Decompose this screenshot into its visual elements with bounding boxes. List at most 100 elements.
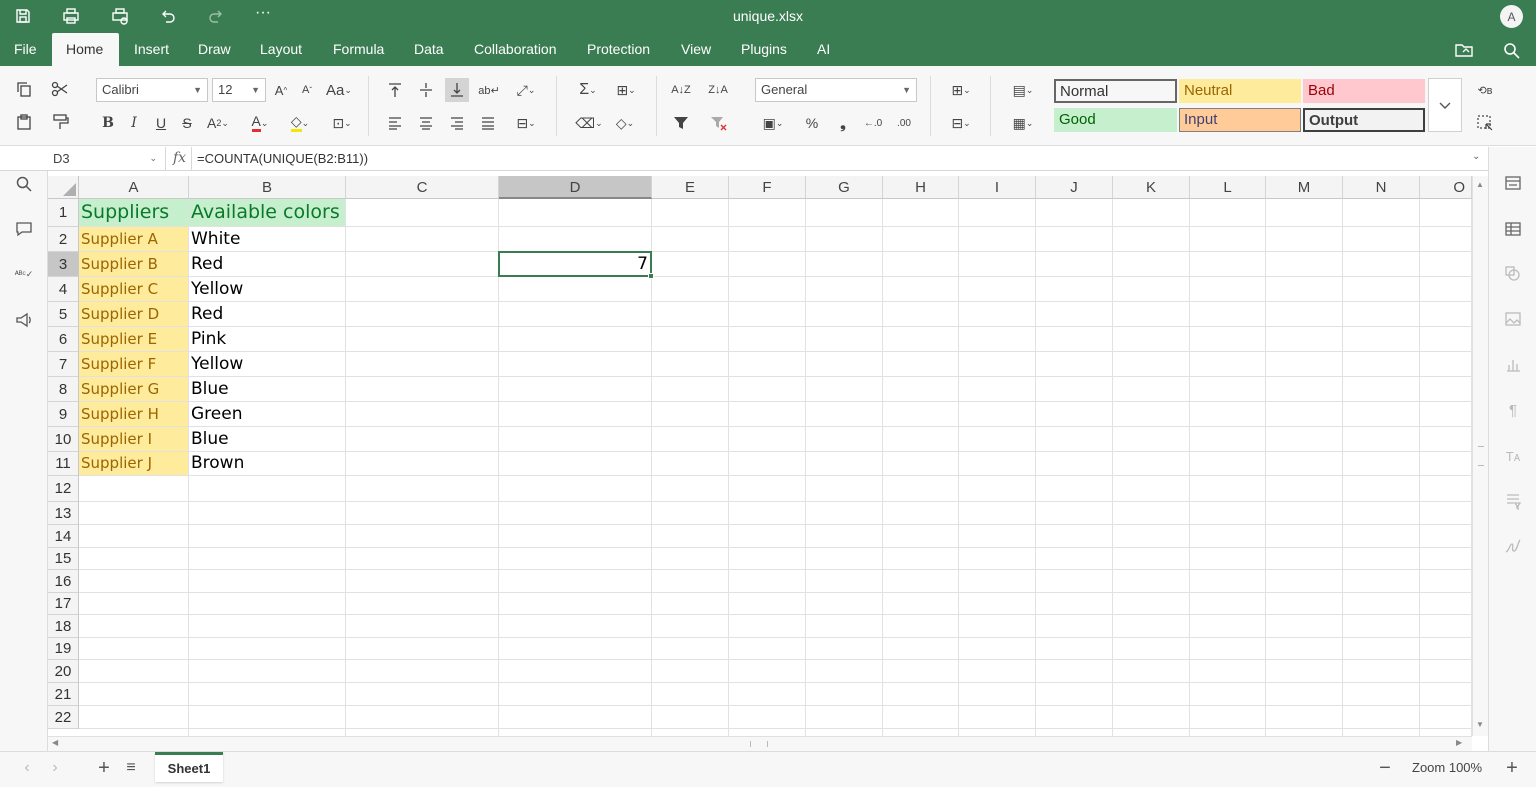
row-header-9[interactable]: 9 <box>48 402 79 427</box>
column-header-l[interactable]: L <box>1190 176 1266 199</box>
feedback-icon[interactable] <box>13 309 35 331</box>
cell-b6[interactable]: Pink <box>189 327 345 351</box>
conditional-formatting-icon[interactable]: ▤ ⌄ <box>1005 79 1041 101</box>
fill-handle[interactable] <box>648 273 654 279</box>
column-header-g[interactable]: G <box>806 176 883 199</box>
sheet-list-icon[interactable]: ≡ <box>122 759 140 777</box>
cell-style-output[interactable]: Output <box>1303 108 1425 132</box>
image-settings-icon[interactable] <box>1502 308 1524 330</box>
cell-style-neutral[interactable]: Neutral <box>1179 79 1301 103</box>
cell-a8[interactable]: Supplier G <box>79 377 188 401</box>
cell-style-normal[interactable]: Normal <box>1054 79 1177 103</box>
column-header-k[interactable]: K <box>1113 176 1190 199</box>
percent-icon[interactable]: % <box>801 112 823 134</box>
add-sheet-icon[interactable]: + <box>95 757 113 779</box>
format-painter-icon[interactable] <box>49 111 71 133</box>
select-icon[interactable] <box>1474 112 1496 134</box>
delete-cells-icon[interactable]: ⊟ ⌄ <box>944 112 978 134</box>
zoom-level[interactable]: Zoom 100% <box>1412 760 1482 775</box>
sort-descending-icon[interactable]: Z↓A <box>707 79 729 101</box>
copy-icon[interactable] <box>13 78 35 100</box>
shape-settings-icon[interactable] <box>1502 263 1524 285</box>
comment-icon[interactable] <box>13 218 35 240</box>
row-header-12[interactable]: 12 <box>48 476 79 502</box>
row-header-18[interactable]: 18 <box>48 615 79 638</box>
insert-function-button[interactable]: fx <box>168 147 192 170</box>
decrease-font-icon[interactable]: Aˇ <box>296 79 318 101</box>
search-icon[interactable] <box>1502 41 1522 59</box>
menu-collaboration[interactable]: Collaboration <box>460 33 571 66</box>
sum-icon[interactable]: Σ ⌄ <box>572 79 604 101</box>
column-header-m[interactable]: M <box>1266 176 1343 199</box>
align-top-icon[interactable] <box>384 79 406 101</box>
row-header-20[interactable]: 20 <box>48 660 79 683</box>
vertical-scrollbar[interactable]: ▲ ▼ <box>1472 176 1488 736</box>
comma-style-icon[interactable]: ❟ <box>832 112 854 134</box>
cell-style-input[interactable]: Input <box>1179 108 1301 132</box>
table-settings-icon[interactable] <box>1502 218 1524 240</box>
align-center-icon[interactable] <box>415 112 437 134</box>
menu-plugins[interactable]: Plugins <box>727 33 801 66</box>
cell-a10[interactable]: Supplier I <box>79 427 188 451</box>
column-header-e[interactable]: E <box>652 176 729 199</box>
scroll-left-icon[interactable]: ◀ <box>52 738 58 747</box>
column-header-c[interactable]: C <box>346 176 499 199</box>
cell-style-bad[interactable]: Bad <box>1303 79 1425 103</box>
row-header-8[interactable]: 8 <box>48 377 79 402</box>
next-sheet-icon[interactable]: › <box>46 759 64 777</box>
cell-a6[interactable]: Supplier E <box>79 327 188 351</box>
menu-insert[interactable]: Insert <box>120 33 183 66</box>
font-size-select[interactable]: 12 ▼ <box>212 78 266 102</box>
align-right-icon[interactable] <box>446 112 468 134</box>
align-left-icon[interactable] <box>384 112 406 134</box>
signature-settings-icon[interactable] <box>1502 535 1524 557</box>
number-format-select[interactable]: General ▼ <box>755 78 917 102</box>
column-header-a[interactable]: A <box>79 176 189 199</box>
row-header-5[interactable]: 5 <box>48 302 79 327</box>
cell-b4[interactable]: Yellow <box>189 277 345 301</box>
cell-a5[interactable]: Supplier D <box>79 302 188 326</box>
column-header-h[interactable]: H <box>883 176 959 199</box>
orientation-icon[interactable]: ⤢ ⌄ <box>510 79 542 101</box>
name-box[interactable]: D3 ⌄ <box>48 147 166 170</box>
styles-expand-icon[interactable] <box>1428 78 1462 132</box>
change-case-icon[interactable]: Aa ⌄ <box>324 79 354 101</box>
justify-icon[interactable] <box>477 112 499 134</box>
row-header-16[interactable]: 16 <box>48 570 79 593</box>
scroll-down-icon[interactable]: ▼ <box>1476 720 1484 729</box>
clear-icon[interactable]: ◇ ⌄ <box>608 112 642 134</box>
cell-a2[interactable]: Supplier A <box>79 227 188 251</box>
row-header-6[interactable]: 6 <box>48 327 79 352</box>
italic-icon[interactable]: I <box>123 112 145 134</box>
paste-icon[interactable] <box>13 111 35 133</box>
cell-a4[interactable]: Supplier C <box>79 277 188 301</box>
row-header-19[interactable]: 19 <box>48 638 79 660</box>
menu-formula[interactable]: Formula <box>319 33 398 66</box>
row-header-21[interactable]: 21 <box>48 683 79 706</box>
horizontal-scrollbar[interactable]: ◀ ▶ <box>48 736 1472 751</box>
chart-settings-icon[interactable] <box>1502 354 1524 376</box>
zoom-out-icon[interactable]: − <box>1376 757 1394 779</box>
menu-protection[interactable]: Protection <box>573 33 664 66</box>
cell-b5[interactable]: Red <box>189 302 345 326</box>
fill-color-icon[interactable]: ◇ ⌄ <box>283 112 317 134</box>
align-bottom-icon[interactable] <box>445 78 469 102</box>
row-header-13[interactable]: 13 <box>48 502 79 525</box>
text-art-settings-icon[interactable]: Tᴀ <box>1502 445 1524 467</box>
cell-b11[interactable]: Brown <box>189 452 345 475</box>
row-header-17[interactable]: 17 <box>48 593 79 615</box>
clear-filter-icon[interactable] <box>707 112 729 134</box>
scroll-thumb[interactable] <box>750 741 768 747</box>
menu-home[interactable]: Home <box>52 33 119 66</box>
cell-b7[interactable]: Yellow <box>189 352 345 376</box>
cell-b2[interactable]: White <box>189 227 345 251</box>
cell-style-good[interactable]: Good <box>1054 108 1177 132</box>
column-header-n[interactable]: N <box>1343 176 1420 199</box>
increase-font-icon[interactable]: A ^ <box>270 79 292 101</box>
row-header-3[interactable]: 3 <box>48 252 79 277</box>
increase-decimal-icon[interactable]: .00 <box>893 112 915 134</box>
cell-a7[interactable]: Supplier F <box>79 352 188 376</box>
column-header-f[interactable]: F <box>729 176 806 199</box>
row-header-2[interactable]: 2 <box>48 227 79 252</box>
cell-b8[interactable]: Blue <box>189 377 345 401</box>
